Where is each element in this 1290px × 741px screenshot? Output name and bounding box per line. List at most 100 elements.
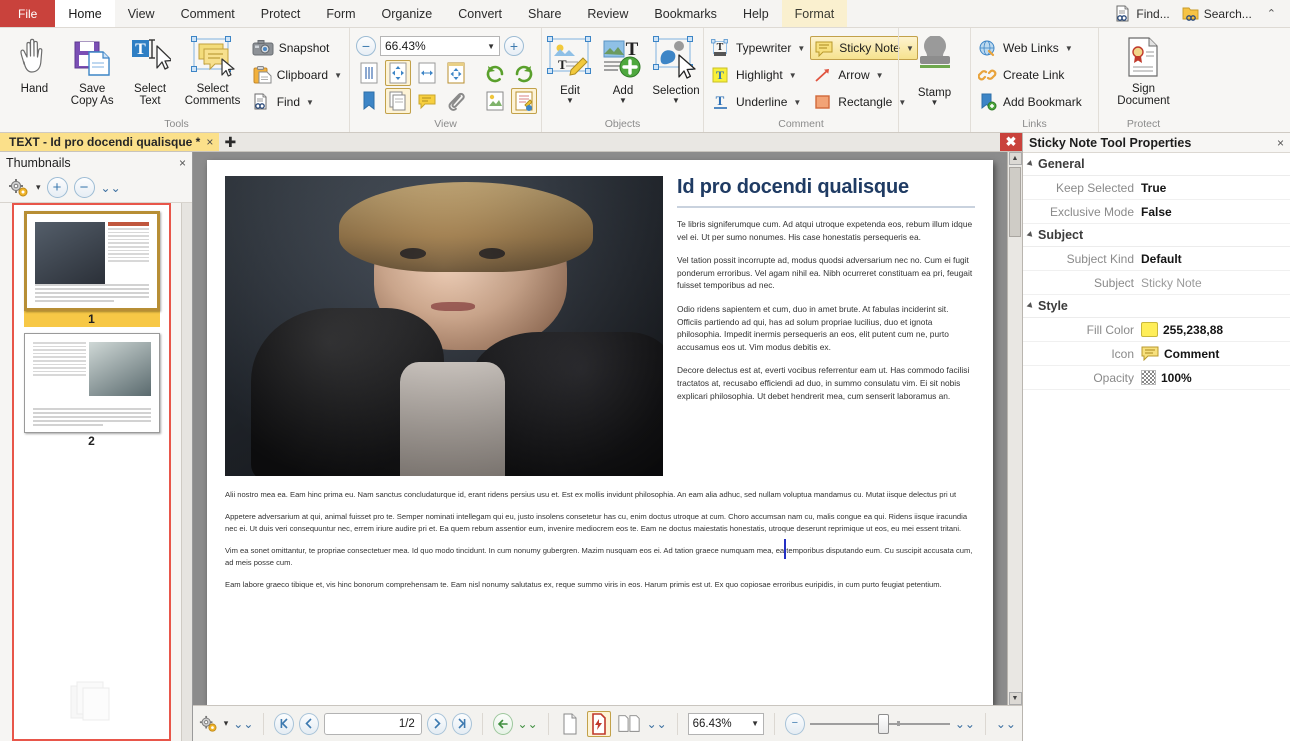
zoom-slider-chevron-icon[interactable]: ⌄⌄ (955, 717, 975, 731)
general-expand-triangle-icon[interactable] (1027, 160, 1035, 168)
properties-close-icon[interactable]: × (1277, 136, 1284, 150)
statusbar-zoom-chevron-down-icon[interactable]: ▼ (751, 719, 759, 728)
zoom-out-thumbnails-button[interactable]: − (74, 177, 95, 198)
select-text-button[interactable]: T SelectText (124, 34, 177, 107)
zoom-in-thumbnails-button[interactable]: + (47, 177, 68, 198)
zoom-in-button[interactable]: + (504, 36, 524, 56)
find-button[interactable]: Find... (1111, 5, 1172, 23)
tab-format[interactable]: Format (782, 0, 848, 27)
thumbnails-settings-chevron-icon[interactable]: ▾ (36, 182, 41, 193)
subject-kind-value[interactable]: Default (1141, 252, 1290, 266)
zoom-slider-track[interactable] (810, 723, 950, 725)
attachments-panel-button[interactable] (443, 88, 469, 114)
scroll-thumb[interactable] (1009, 167, 1021, 237)
document-page-1[interactable]: Id pro docendi qualisque Te libris signi… (207, 160, 993, 705)
document-tab-close-icon[interactable]: × (206, 135, 213, 149)
fill-color-swatch[interactable] (1141, 322, 1158, 337)
rotate-left-button[interactable] (482, 60, 508, 86)
tab-review[interactable]: Review (574, 0, 641, 27)
zoom-level-combobox[interactable]: 66.43% ▼ (380, 36, 500, 56)
selection-objects-button[interactable]: Selection ▼ (652, 34, 700, 104)
next-page-button[interactable] (427, 713, 447, 735)
zoom-slider[interactable] (810, 723, 950, 725)
snapshot-button[interactable]: Snapshot (249, 36, 345, 60)
zoom-chevron-down-icon[interactable]: ▼ (487, 42, 495, 51)
edit-objects-button[interactable]: T Edit ▼ (546, 34, 594, 104)
view-history-chevron-icon[interactable]: ⌄⌄ (518, 717, 538, 731)
layers-panel-button[interactable] (482, 88, 508, 114)
last-page-button[interactable] (452, 713, 472, 735)
thumbnails-panel-button[interactable] (385, 88, 411, 114)
single-page-layout-button[interactable] (559, 711, 583, 737)
previous-view-button[interactable] (493, 713, 513, 735)
hand-tool-button[interactable]: Hand (8, 34, 61, 95)
property-row-icon[interactable]: Icon Comment (1023, 342, 1290, 366)
properties-section-style[interactable]: Style (1023, 295, 1290, 318)
tab-convert[interactable]: Convert (445, 0, 515, 27)
arrow-chevron-down-icon[interactable]: ▼ (876, 71, 884, 80)
property-row-keep-selected[interactable]: Keep Selected True (1023, 176, 1290, 200)
selection-chevron-down-icon[interactable]: ▼ (672, 97, 680, 104)
properties-section-general[interactable]: General (1023, 153, 1290, 176)
property-row-subject-kind[interactable]: Subject Kind Default (1023, 247, 1290, 271)
statusbar-settings-gear-icon[interactable] (199, 714, 219, 734)
search-button[interactable]: Search... (1179, 5, 1255, 23)
tab-organize[interactable]: Organize (369, 0, 446, 27)
thumbnails-settings-gear-icon[interactable] (8, 178, 30, 198)
tab-form[interactable]: Form (313, 0, 368, 27)
statusbar-expand-chevron-icon[interactable]: ⌄⌄ (233, 717, 253, 731)
tab-comment[interactable]: Comment (168, 0, 248, 27)
add-bookmark-button[interactable]: Add Bookmark (975, 90, 1085, 114)
statusbar-overflow-chevron-icon[interactable]: ⌄⌄ (996, 717, 1016, 731)
clipboard-button[interactable]: Clipboard ▼ (249, 63, 345, 87)
close-document-button[interactable]: ✖ (1000, 133, 1022, 151)
statusbar-settings-chevron-icon[interactable]: ▾ (224, 718, 229, 729)
stamp-button[interactable]: Stamp ▼ (907, 34, 963, 106)
fit-page-button[interactable] (385, 60, 411, 86)
underline-button[interactable]: T Underline ▼ (708, 90, 808, 114)
scroll-down-button[interactable]: ▼ (1009, 692, 1022, 705)
signatures-panel-button[interactable] (511, 88, 537, 114)
add-objects-button[interactable]: T Add ▼ (599, 34, 647, 104)
create-link-button[interactable]: Create Link (975, 63, 1085, 87)
continuous-page-layout-button[interactable] (587, 711, 611, 737)
sign-document-button[interactable]: SignDocument (1107, 34, 1181, 107)
new-document-tab-button[interactable]: ✚ (219, 133, 241, 151)
subject-expand-triangle-icon[interactable] (1027, 231, 1035, 239)
highlight-chevron-down-icon[interactable]: ▼ (789, 71, 797, 80)
web-links-button[interactable]: Web Links ▼ (975, 36, 1085, 60)
first-page-button[interactable] (274, 713, 294, 735)
tab-bookmarks[interactable]: Bookmarks (641, 0, 730, 27)
web-links-chevron-down-icon[interactable]: ▼ (1065, 44, 1073, 53)
page-canvas[interactable]: Id pro docendi qualisque Te libris signi… (193, 152, 1007, 705)
find-tool-button[interactable]: Find ▼ (249, 90, 345, 114)
property-row-fill-color[interactable]: Fill Color 255,238,88 (1023, 318, 1290, 342)
thumbnail-page-2[interactable]: 2 (22, 333, 162, 449)
zoom-slider-knob[interactable] (878, 714, 889, 734)
page-layout-single-button[interactable] (356, 60, 382, 86)
add-chevron-down-icon[interactable]: ▼ (619, 97, 627, 104)
page-number-input[interactable]: 1/2 (324, 713, 422, 735)
find-chevron-down-icon[interactable]: ▼ (306, 98, 314, 107)
bookmarks-panel-button[interactable] (356, 88, 382, 114)
layout-more-chevron-icon[interactable]: ⌄⌄ (647, 717, 667, 731)
tab-home[interactable]: Home (55, 0, 114, 27)
select-comments-button[interactable]: SelectComments (181, 34, 243, 107)
rotate-right-button[interactable] (511, 60, 537, 86)
stamp-chevron-down-icon[interactable]: ▼ (931, 99, 939, 106)
two-page-layout-button[interactable] (616, 711, 642, 737)
edit-chevron-down-icon[interactable]: ▼ (566, 97, 574, 104)
clipboard-chevron-down-icon[interactable]: ▼ (334, 71, 342, 80)
tab-protect[interactable]: Protect (248, 0, 314, 27)
properties-section-subject[interactable]: Subject (1023, 224, 1290, 247)
zoom-out-button[interactable]: − (356, 36, 376, 56)
subject-value[interactable]: Sticky Note (1141, 276, 1290, 290)
previous-page-button[interactable] (299, 713, 319, 735)
collapse-ribbon-button[interactable]: ⌃ (1261, 7, 1282, 20)
thumbnails-list[interactable]: 1 (12, 203, 171, 741)
fit-visible-button[interactable] (443, 60, 469, 86)
exclusive-mode-value[interactable]: False (1141, 205, 1290, 219)
tab-share[interactable]: Share (515, 0, 574, 27)
tab-file[interactable]: File (0, 0, 55, 27)
fit-width-button[interactable] (414, 60, 440, 86)
